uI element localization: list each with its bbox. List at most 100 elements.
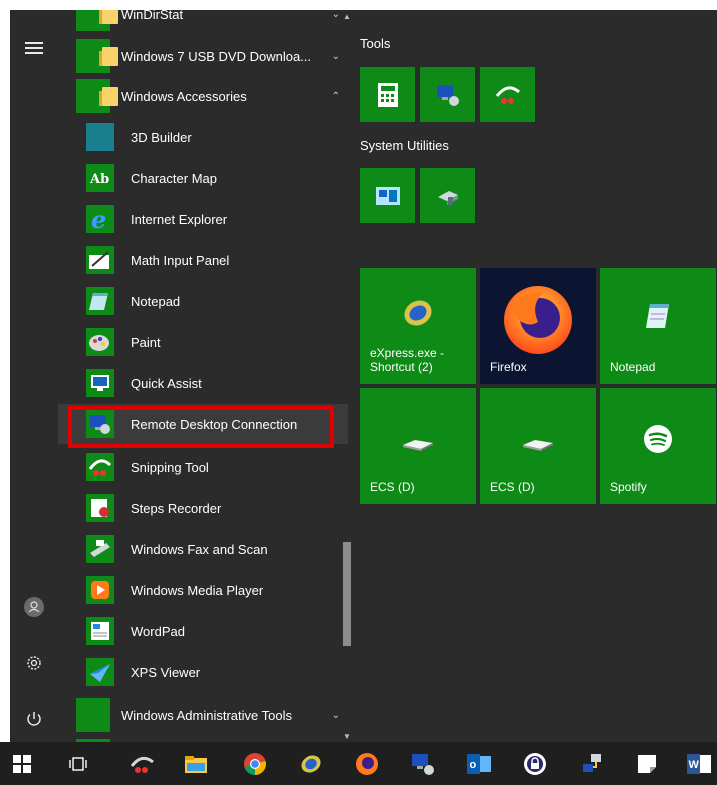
app-xps-viewer[interactable]: XPS Viewer bbox=[58, 652, 348, 692]
folder-tile bbox=[76, 10, 118, 31]
app-label: WordPad bbox=[131, 623, 185, 639]
chevron-down-icon: ⌄ bbox=[331, 10, 340, 20]
user-icon[interactable] bbox=[10, 587, 58, 627]
app-list[interactable]: WinDirStat ⌄ Windows 7 USB DVD Downloa..… bbox=[58, 10, 350, 742]
app-windows-media-player[interactable]: Windows Media Player bbox=[58, 570, 348, 610]
app-label: Internet Explorer bbox=[131, 211, 228, 227]
app-steps-recorder[interactable]: Steps Recorder bbox=[58, 488, 348, 528]
network-icon bbox=[583, 753, 601, 772]
app-label: WinDirStat bbox=[121, 10, 184, 22]
app-internet-explorer[interactable]: e Internet Explorer bbox=[58, 199, 348, 239]
task-view-button[interactable] bbox=[56, 742, 100, 785]
taskbar-outlook[interactable]: o bbox=[457, 742, 501, 785]
folder-windows-usb[interactable]: Windows 7 USB DVD Downloa... ⌄ bbox=[58, 36, 348, 76]
folder-tile bbox=[76, 39, 118, 73]
taskbar-file-explorer[interactable] bbox=[174, 742, 218, 785]
app-list-scrollbar[interactable]: ▲ ▼ bbox=[341, 10, 353, 742]
app-wordpad[interactable]: WordPad bbox=[58, 611, 348, 651]
taskbar-remote-desktop[interactable] bbox=[401, 742, 445, 785]
tile-system-info[interactable] bbox=[360, 168, 415, 223]
app-math-input-panel[interactable]: Math Input Panel bbox=[58, 240, 348, 280]
app-3d-builder[interactable]: 3D Builder bbox=[58, 117, 348, 157]
hardware-icon bbox=[437, 190, 458, 205]
chevron-up-icon: ⌃ bbox=[331, 90, 340, 102]
power-icon[interactable] bbox=[10, 699, 58, 739]
tile-express-shortcut[interactable]: eXpress.exe - Shortcut (2) bbox=[360, 268, 476, 384]
app-label: Paint bbox=[131, 334, 161, 350]
steps-recorder-icon bbox=[86, 494, 114, 522]
group-title-system-utilities[interactable]: System Utilities bbox=[360, 138, 449, 153]
taskbar-firefox[interactable] bbox=[345, 742, 389, 785]
taskbar-chrome[interactable] bbox=[233, 742, 277, 785]
express-icon bbox=[301, 754, 321, 773]
scroll-up-icon[interactable]: ▲ bbox=[341, 12, 353, 21]
folder-windows-accessories[interactable]: Windows Accessories ⌃ bbox=[58, 76, 348, 116]
snipping-tool-icon bbox=[495, 85, 520, 104]
task-view-icon bbox=[69, 756, 87, 771]
firefox-icon bbox=[504, 286, 572, 354]
tile-label: eXpress.exe - Shortcut (2) bbox=[370, 346, 445, 374]
taskbar-snipping-tool[interactable] bbox=[120, 742, 164, 785]
tile-notepad[interactable]: Notepad bbox=[600, 268, 716, 384]
tile-ecs-d-2[interactable]: ECS (D) bbox=[480, 388, 596, 504]
windows-logo-icon bbox=[13, 754, 31, 773]
3d-builder-icon bbox=[86, 123, 114, 151]
tile-firefox[interactable]: Firefox bbox=[480, 268, 596, 384]
taskbar-word[interactable]: W bbox=[677, 742, 717, 785]
list-item[interactable]: WinDirStat ⌄ bbox=[58, 10, 348, 34]
hamburger-icon[interactable] bbox=[10, 28, 58, 68]
folder-icon bbox=[99, 47, 118, 66]
selection-highlight-box bbox=[68, 406, 334, 448]
tile-calculator[interactable] bbox=[360, 67, 415, 122]
app-label: Quick Assist bbox=[131, 375, 202, 391]
folder-windows-administrative-tools[interactable]: Windows Administrative Tools ⌄ bbox=[58, 695, 348, 735]
app-character-map[interactable]: Ab Character Map bbox=[58, 158, 348, 198]
app-label: Snipping Tool bbox=[131, 459, 209, 475]
start-menu: WinDirStat ⌄ Windows 7 USB DVD Downloa..… bbox=[10, 10, 717, 742]
tile-snipping-tool[interactable] bbox=[480, 67, 535, 122]
app-snipping-tool[interactable]: Snipping Tool bbox=[58, 447, 348, 487]
taskbar-sticky-notes[interactable] bbox=[625, 742, 669, 785]
drive-icon bbox=[523, 440, 553, 451]
start-button[interactable] bbox=[0, 742, 44, 785]
taskbar-express[interactable] bbox=[289, 742, 333, 785]
tile-ecs-d-1[interactable]: ECS (D) bbox=[360, 388, 476, 504]
drive-icon bbox=[403, 440, 433, 451]
group-title-tools[interactable]: Tools bbox=[360, 36, 390, 51]
taskbar-network-app[interactable] bbox=[570, 742, 614, 785]
folder-icon bbox=[185, 755, 207, 773]
app-paint[interactable]: Paint bbox=[58, 322, 348, 362]
tile-hardware[interactable] bbox=[420, 168, 475, 223]
app-label: Windows Media Player bbox=[131, 582, 264, 598]
app-label: Windows Administrative Tools bbox=[121, 707, 292, 723]
svg-text:Ab: Ab bbox=[89, 172, 109, 187]
math-input-icon bbox=[86, 246, 114, 274]
chrome-icon bbox=[244, 752, 266, 775]
sticky-notes-icon bbox=[638, 754, 656, 773]
remote-desktop-icon bbox=[412, 753, 434, 775]
scrollbar-thumb[interactable] bbox=[343, 542, 351, 646]
gear-icon[interactable] bbox=[10, 643, 58, 683]
app-label: XPS Viewer bbox=[131, 664, 201, 680]
app-label: 3D Builder bbox=[131, 129, 192, 145]
firefox-icon bbox=[356, 752, 378, 775]
folder-tile bbox=[76, 698, 110, 732]
tile-label: ECS (D) bbox=[370, 480, 415, 494]
word-icon: W bbox=[687, 753, 711, 774]
lock-icon bbox=[524, 752, 546, 775]
scroll-down-icon[interactable]: ▼ bbox=[341, 732, 353, 741]
app-label: Windows Fax and Scan bbox=[131, 541, 268, 557]
taskbar: o W bbox=[0, 742, 717, 785]
calculator-icon bbox=[377, 82, 398, 107]
chevron-down-icon: ⌄ bbox=[331, 50, 340, 62]
app-quick-assist[interactable]: Quick Assist bbox=[58, 363, 348, 403]
tile-label: Notepad bbox=[610, 360, 656, 374]
internet-explorer-icon: e bbox=[86, 205, 114, 234]
quick-assist-icon bbox=[86, 369, 114, 397]
taskbar-lock-app[interactable] bbox=[513, 742, 557, 785]
paint-icon bbox=[86, 328, 114, 356]
app-windows-fax-and-scan[interactable]: Windows Fax and Scan bbox=[58, 529, 348, 569]
tile-spotify[interactable]: Spotify bbox=[600, 388, 716, 504]
tile-remote-desktop[interactable] bbox=[420, 67, 475, 122]
app-notepad[interactable]: Notepad bbox=[58, 281, 348, 321]
